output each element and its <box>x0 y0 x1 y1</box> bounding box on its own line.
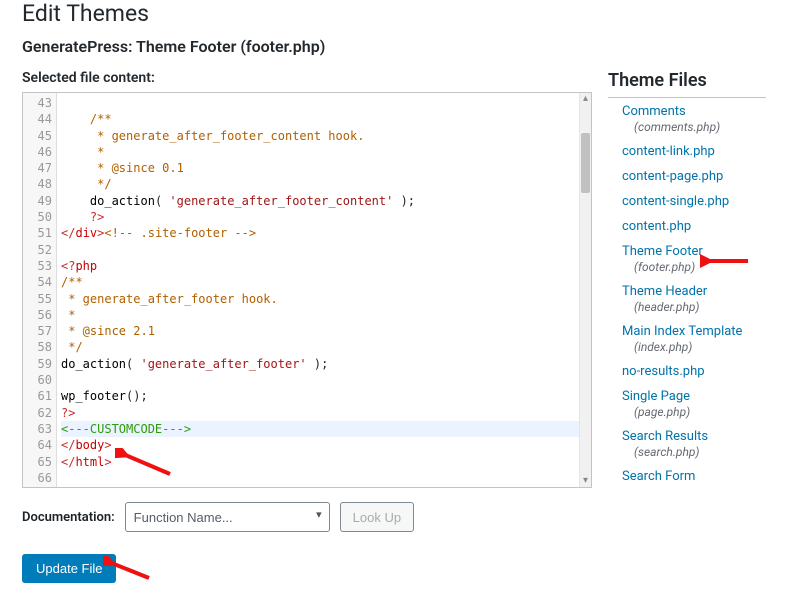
theme-file-item[interactable]: content-link.php <box>608 140 766 165</box>
documentation-label: Documentation: <box>22 510 115 525</box>
theme-file-link[interactable]: content-single.php <box>622 194 766 209</box>
theme-file-link[interactable]: content-link.php <box>622 144 766 159</box>
theme-file-item[interactable]: Main Index Template(index.php) <box>608 320 766 360</box>
lookup-button: Look Up <box>340 502 414 532</box>
theme-file-filename: (index.php) <box>622 340 766 354</box>
theme-file-item[interactable]: content-page.php <box>608 165 766 190</box>
update-file-button[interactable]: Update File <box>22 554 116 583</box>
theme-file-item[interactable]: Search Results(search.php) <box>608 425 766 465</box>
theme-file-item[interactable]: Theme Header(header.php) <box>608 280 766 320</box>
page-title: Edit Themes <box>22 0 766 27</box>
theme-file-item[interactable]: no-results.php <box>608 360 766 385</box>
scroll-thumb[interactable] <box>581 133 590 193</box>
theme-file-item[interactable]: Comments(comments.php) <box>608 100 766 140</box>
theme-file-link[interactable]: Search Results <box>622 429 708 444</box>
theme-file-filename: (footer.php) <box>622 260 766 274</box>
theme-file-link[interactable]: Search Form <box>622 469 766 484</box>
function-name-select[interactable]: Function Name... <box>125 502 330 532</box>
theme-file-link[interactable]: Theme Footer <box>622 244 703 259</box>
theme-file-link[interactable]: content-page.php <box>622 169 766 184</box>
code-area[interactable]: /** * generate_after_footer_content hook… <box>57 93 591 487</box>
theme-file-filename: (page.php) <box>622 405 766 419</box>
theme-file-filename: (comments.php) <box>622 120 766 134</box>
theme-file-link[interactable]: Main Index Template <box>622 324 742 339</box>
theme-file-heading: GeneratePress: Theme Footer (footer.php) <box>22 37 766 56</box>
theme-file-link[interactable]: Theme Header <box>622 284 707 299</box>
scroll-down-icon[interactable]: ▾ <box>580 475 591 487</box>
theme-file-link[interactable]: Single Page <box>622 389 690 404</box>
theme-files-list: Comments(comments.php) content-link.php co… <box>608 97 766 490</box>
theme-file-link[interactable]: no-results.php <box>622 364 766 379</box>
editor-scrollbar[interactable]: ▴ ▾ <box>579 93 591 487</box>
scroll-up-icon[interactable]: ▴ <box>580 93 591 105</box>
theme-file-filename: (header.php) <box>622 300 766 314</box>
theme-files-heading: Theme Files <box>608 70 766 91</box>
theme-file-item[interactable]: content-single.php <box>608 190 766 215</box>
selected-file-label: Selected file content: <box>22 70 592 86</box>
theme-file-item[interactable]: Search Form <box>608 465 766 490</box>
code-editor[interactable]: 4344454647484950515253545556575859606162… <box>22 92 592 488</box>
theme-file-item[interactable]: content.php <box>608 215 766 240</box>
theme-file-link[interactable]: content.php <box>622 219 766 234</box>
theme-file-link[interactable]: Comments <box>622 104 686 119</box>
theme-file-filename: (search.php) <box>622 445 766 459</box>
line-gutter: 4344454647484950515253545556575859606162… <box>23 93 57 487</box>
theme-file-item[interactable]: Single Page(page.php) <box>608 385 766 425</box>
theme-file-item[interactable]: Theme Footer(footer.php) <box>608 240 766 280</box>
